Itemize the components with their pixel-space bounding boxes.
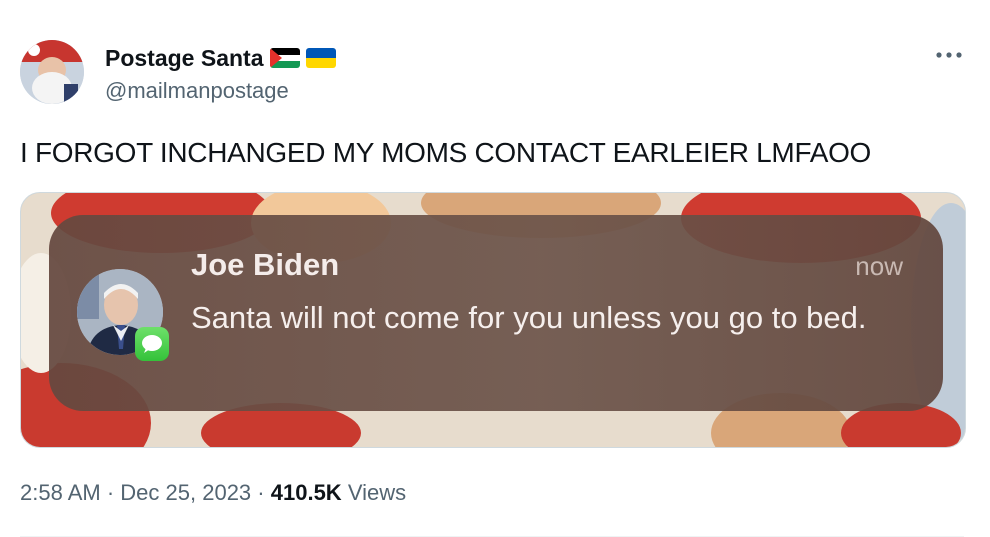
meta-separator: · — [257, 480, 265, 505]
views-count: 410.5K — [270, 480, 342, 505]
message-notification[interactable]: Joe Biden now Santa will not come for yo… — [49, 215, 943, 411]
views-label: Views — [347, 480, 407, 505]
notification-message: Santa will not come for you unless you g… — [191, 300, 867, 335]
notification-time: now — [855, 251, 903, 281]
tweet-media[interactable]: Joe Biden now Santa will not come for yo… — [20, 192, 966, 448]
meta-separator: · — [106, 480, 115, 505]
author-handle[interactable]: @mailmanpostage — [105, 78, 289, 104]
author-display-name[interactable]: Postage Santa — [105, 44, 264, 72]
imessage-icon — [135, 327, 169, 361]
author-name-row: Postage Santa — [105, 44, 336, 72]
notification-sender: Joe Biden — [191, 247, 340, 282]
ukraine-flag-icon — [305, 48, 336, 68]
tweet-date[interactable]: Dec 25, 2023 — [120, 480, 251, 505]
palestine-flag-icon — [269, 48, 300, 68]
more-options-icon[interactable] — [934, 40, 964, 70]
author-avatar[interactable] — [20, 40, 84, 104]
tweet-text: I FORGOT INCHANGED MY MOMS CONTACT EARLE… — [20, 137, 872, 168]
tweet-time[interactable]: 2:58 AM — [20, 480, 101, 505]
tweet-meta: 2:58 AM · Dec 25, 2023 · 410.5K Views — [20, 480, 406, 506]
